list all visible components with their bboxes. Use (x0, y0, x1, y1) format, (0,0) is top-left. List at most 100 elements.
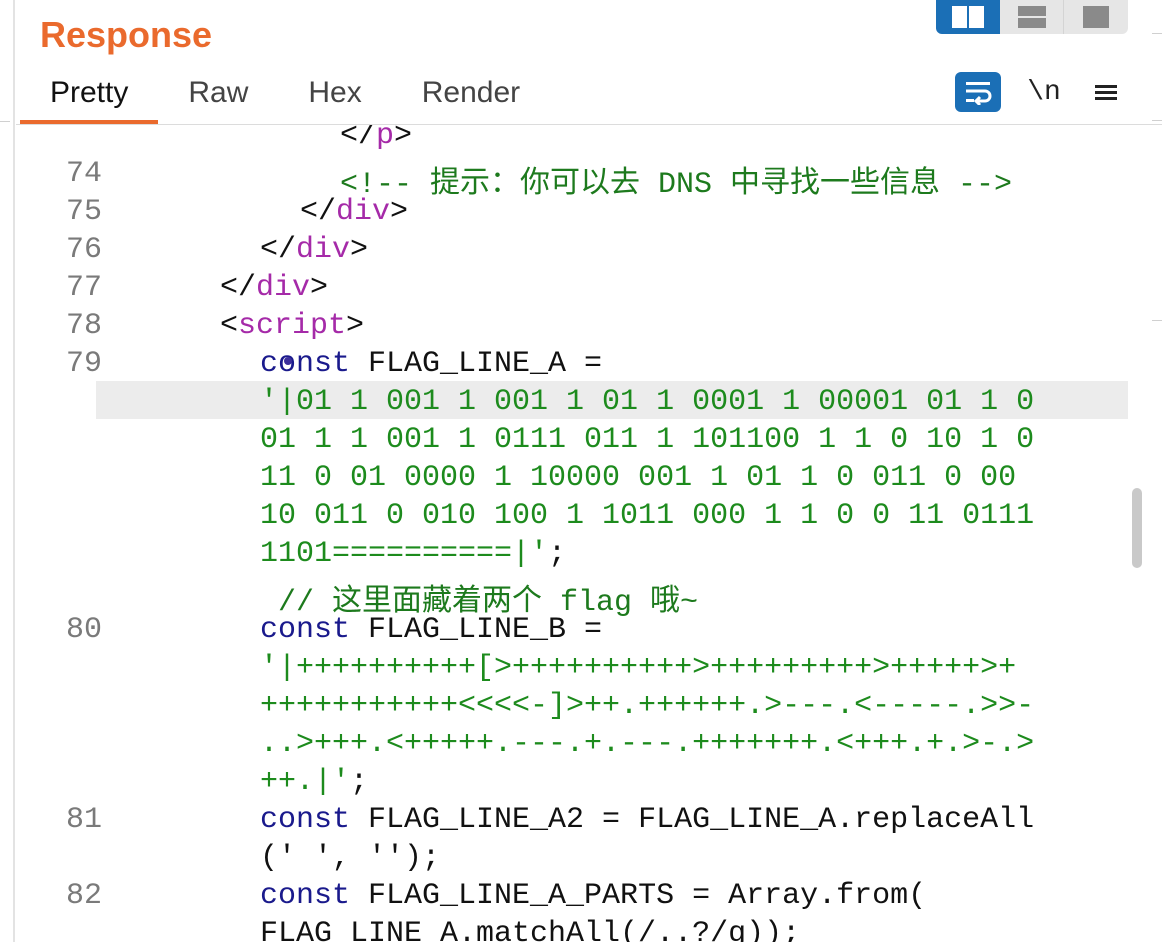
code-line: '|01 1 001 1 001 1 01 1 0001 1 00001 01 … (16, 385, 1128, 423)
code-token: ++.|' (260, 765, 351, 799)
code-text: ..>+++.<+++++.---.+.---.+++++++.<+++.+.>… (260, 727, 1034, 761)
scrollbar-thumb[interactable] (1132, 488, 1142, 568)
code-text: +++++++++++<<<<-]>++.++++++.>---.<-----.… (260, 689, 1034, 723)
code-line: 1101==========|'; (16, 537, 1128, 575)
code-line: 74 <!-- 提示：你可以去 DNS 中寻找一些信息 --> (16, 157, 1128, 202)
code-text: ++.|'; (260, 765, 368, 799)
code-line: 75 </div> (16, 195, 1128, 233)
edge-mark (0, 121, 10, 122)
code-line: 01 1 1 001 1 0111 011 1 101100 1 1 0 10 … (16, 423, 1128, 461)
code-line: 79 const FLAG_LINE_A = (16, 347, 1128, 385)
code-text: const FLAG_LINE_A = (260, 347, 602, 381)
line-number: 77 (65, 271, 102, 305)
split-view-icon (951, 6, 984, 28)
tab-hex[interactable]: Hex (278, 70, 391, 120)
view-mode-group (936, 0, 1129, 34)
code-token: ..>+++.<+++++.---.+.---.+++++++.<+++.+.>… (260, 727, 1035, 761)
line-number: 76 (65, 233, 102, 267)
code-token: (' ', ''); (260, 841, 441, 875)
code-text: const FLAG_LINE_A_PARTS = Array.from( (260, 879, 926, 913)
code-token: div (256, 271, 311, 305)
code-token: p (376, 125, 395, 153)
code-text: '|++++++++++[>++++++++++>+++++++++>+++++… (260, 651, 1016, 685)
code-line: // 这里面藏着两个 flag 哦~ (16, 575, 1128, 620)
code-token: FLAG_LINE_A2 = FLAG_LINE_A.replaceAll (350, 803, 1035, 837)
code-text: '|01 1 001 1 001 1 01 1 0001 1 00001 01 … (260, 385, 1034, 419)
line-number: 82 (65, 879, 102, 913)
code-token: FLAG_LINE_B = (350, 613, 603, 647)
code-token: 11 0 01 0000 1 10000 001 1 01 1 0 011 0 … (260, 461, 1017, 495)
line-number: 79 (65, 347, 102, 381)
code-line: 82 const FLAG_LINE_A_PARTS = Array.from( (16, 879, 1128, 917)
code-text: 11 0 01 0000 1 10000 001 1 01 1 0 011 0 … (260, 461, 1016, 495)
line-number: 74 (65, 157, 102, 191)
code-token: const (260, 613, 351, 647)
code-token: div (336, 195, 391, 229)
code-token: FLAG_LINE_A.matchAll(/..?/g)); (260, 917, 801, 942)
code-token: </ (260, 233, 297, 267)
code-text: 01 1 1 001 1 0111 011 1 101100 1 1 0 10 … (260, 423, 1034, 457)
code-line: 81 const FLAG_LINE_A2 = FLAG_LINE_A.repla… (16, 803, 1128, 841)
code-editor[interactable]: </p> 74 <!-- 提示：你可以去 DNS 中寻找一些信息 --> 75 </di… (16, 125, 1128, 942)
code-text: FLAG_LINE_A.matchAll(/..?/g)); (260, 917, 800, 942)
code-token: 01 1 1 001 1 0111 011 1 101100 1 1 0 10 … (260, 423, 1035, 457)
code-text: <script> (220, 309, 364, 343)
code-line: FLAG_LINE_A.matchAll(/..?/g)); (16, 917, 1128, 942)
word-wrap-button[interactable] (955, 72, 1001, 112)
split-view-button[interactable] (936, 0, 1000, 34)
code-line: 11 0 01 0000 1 10000 001 1 01 1 0 011 0 … (16, 461, 1128, 499)
line-number: 75 (65, 195, 102, 229)
code-token: > (310, 271, 329, 305)
code-text: </div> (220, 271, 328, 305)
code-text: 1101==========|'; (260, 537, 566, 571)
response-tabs: Pretty Raw Hex Render (20, 70, 550, 124)
code-line: 77 </div> (16, 271, 1128, 309)
code-token: script (238, 309, 347, 343)
code-line: 78 <script> (16, 309, 1128, 347)
code-line: ..>+++.<+++++.---.+.---.+++++++.<+++.+.>… (16, 727, 1128, 765)
code-line: +++++++++++<<<<-]>++.++++++.>---.<-----.… (16, 689, 1128, 727)
code-token: </ (300, 195, 337, 229)
code-line: 80 const FLAG_LINE_B = (16, 613, 1128, 651)
edge-mark (1152, 120, 1162, 121)
code-token: div (296, 233, 351, 267)
code-line: 10 011 0 010 100 1 1011 000 1 1 0 0 11 0… (16, 499, 1128, 537)
edge-mark (1152, 33, 1162, 34)
code-text: 10 011 0 010 100 1 1011 000 1 1 0 0 11 0… (260, 499, 1034, 533)
code-text: </div> (260, 233, 368, 267)
single-pane-icon (1083, 6, 1110, 28)
response-panel: Response Pretty Raw Hex Render \n </p> 7… (0, 0, 1162, 942)
menu-button[interactable] (1086, 72, 1126, 112)
code-text: const FLAG_LINE_A2 = FLAG_LINE_A.replace… (260, 803, 1034, 837)
code-token: 1101==========|' (260, 537, 549, 571)
code-token: FLAG_LINE_A = (350, 347, 603, 381)
code-token: </ (220, 271, 257, 305)
code-line: 76 </div> (16, 233, 1128, 271)
tab-raw[interactable]: Raw (158, 70, 278, 120)
code-token: > (350, 233, 369, 267)
tab-pretty[interactable]: Pretty (20, 70, 159, 124)
code-token: +++++++++++<<<<-]>++.++++++.>---.<-----.… (260, 689, 1035, 723)
code-line: (' ', ''); (16, 841, 1128, 879)
horizontal-split-icon (1017, 6, 1046, 28)
code-token: > (394, 125, 413, 153)
code-text: (' ', ''); (260, 841, 440, 875)
code-text: </p> (340, 125, 412, 153)
single-view-button[interactable] (1064, 0, 1129, 34)
code-token: '|++++++++++[>++++++++++>+++++++++>+++++… (260, 651, 1017, 685)
line-number: 78 (65, 309, 102, 343)
horizontal-view-button[interactable] (999, 0, 1065, 34)
code-line: ++.|'; (16, 765, 1128, 803)
code-token: const (260, 803, 351, 837)
show-newlines-button[interactable]: \n (1024, 72, 1064, 112)
code-line: </p> (16, 125, 1128, 157)
code-token: '|01 1 001 1 001 1 01 1 0001 1 00001 01 … (260, 385, 1035, 419)
code-token: ; (350, 765, 369, 799)
hamburger-menu-icon (1095, 82, 1117, 103)
panel-left-border (13, 0, 15, 942)
code-text: </div> (300, 195, 408, 229)
code-line: '|++++++++++[>++++++++++>+++++++++>+++++… (16, 651, 1128, 689)
code-token: const (260, 879, 351, 913)
code-token: ; (548, 537, 567, 571)
tab-render[interactable]: Render (392, 70, 550, 120)
